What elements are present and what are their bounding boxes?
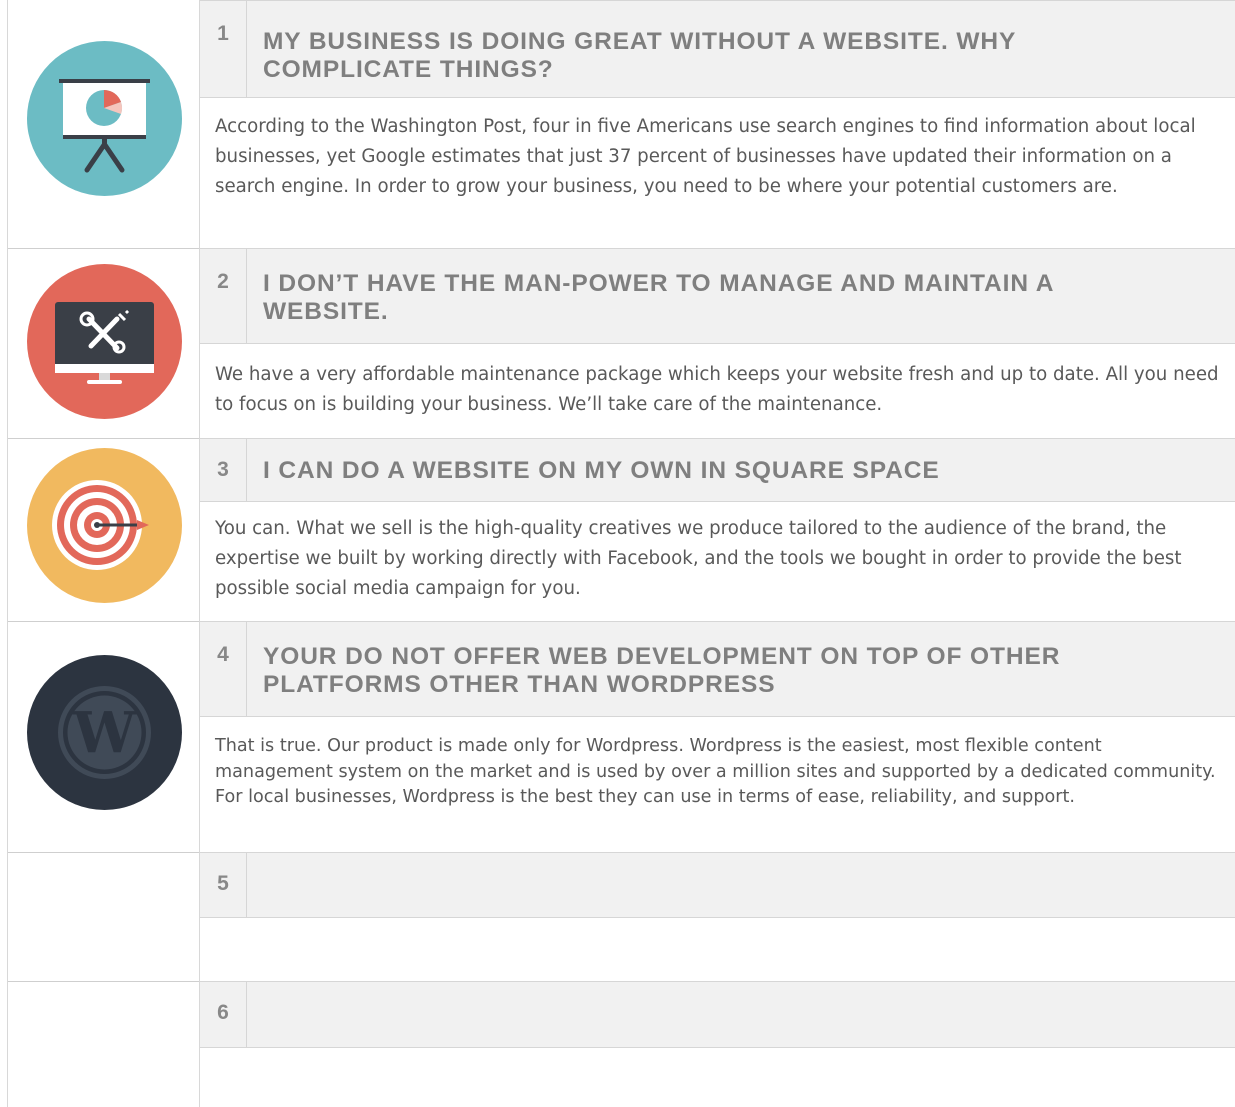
answer-text: That is true. Our product is made only f…: [215, 736, 1216, 807]
presentation-chart-icon: [27, 41, 182, 196]
faq-row-5: 5: [7, 852, 1235, 981]
question-bar[interactable]: 6: [200, 981, 1235, 1048]
question-text: I DON’T HAVE THE MAN-POWER TO MANAGE AND…: [263, 270, 1054, 325]
answer-text: According to the Washington Post, four i…: [215, 116, 1196, 197]
faq-content: 3 I CAN DO A WEBSITE ON MY OWN IN SQUARE…: [200, 438, 1235, 621]
question-bar[interactable]: 5: [200, 852, 1235, 918]
icon-cell: [7, 0, 200, 248]
question-number: 1: [200, 1, 247, 97]
question-bar[interactable]: 3 I CAN DO A WEBSITE ON MY OWN IN SQUARE…: [200, 438, 1235, 502]
question-text: YOUR DO NOT OFFER WEB DEVELOPMENT ON TOP…: [263, 643, 1061, 698]
target-arrow-icon: [27, 448, 182, 603]
question-text: I CAN DO A WEBSITE ON MY OWN IN SQUARE S…: [263, 457, 940, 484]
faq-content: 6: [200, 981, 1235, 1107]
answer-text: We have a very affordable maintenance pa…: [215, 364, 1219, 415]
monitor-tools-icon: [27, 264, 182, 419]
question-number: 6: [200, 982, 247, 1047]
question-number: 4: [200, 622, 247, 716]
answer-text: You can. What we sell is the high-qualit…: [215, 518, 1182, 599]
faq-content: 2 I DON’T HAVE THE MAN-POWER TO MANAGE A…: [200, 248, 1235, 438]
question-text: MY BUSINESS IS DOING GREAT WITHOUT A WEB…: [263, 28, 1016, 83]
faq-row-2: 2 I DON’T HAVE THE MAN-POWER TO MANAGE A…: [7, 248, 1235, 438]
question-bar[interactable]: 1 MY BUSINESS IS DOING GREAT WITHOUT A W…: [200, 0, 1235, 98]
question-bar[interactable]: 4 YOUR DO NOT OFFER WEB DEVELOPMENT ON T…: [200, 621, 1235, 717]
faq-row-4: W 4 YOUR DO NOT OFFER WEB DEVELOPMENT ON…: [7, 621, 1235, 852]
faq-row-6: 6: [7, 981, 1235, 1107]
icon-cell: [7, 852, 200, 981]
icon-cell: [7, 248, 200, 438]
svg-text:W: W: [72, 700, 137, 766]
faq-row-3: 3 I CAN DO A WEBSITE ON MY OWN IN SQUARE…: [7, 438, 1235, 621]
faq-row-1: 1 MY BUSINESS IS DOING GREAT WITHOUT A W…: [7, 0, 1235, 248]
faq-content: 1 MY BUSINESS IS DOING GREAT WITHOUT A W…: [200, 0, 1235, 248]
icon-cell: [7, 981, 200, 1107]
icon-cell: [7, 438, 200, 621]
question-number: 3: [200, 439, 247, 501]
wordpress-logo-icon: W: [27, 655, 182, 810]
icon-cell: W: [7, 621, 200, 852]
faq-content: 5: [200, 852, 1235, 981]
faq-content: 4 YOUR DO NOT OFFER WEB DEVELOPMENT ON T…: [200, 621, 1235, 852]
question-number: 5: [200, 853, 247, 917]
question-number: 2: [200, 249, 247, 343]
faq-table: 1 MY BUSINESS IS DOING GREAT WITHOUT A W…: [7, 0, 1235, 1107]
question-bar[interactable]: 2 I DON’T HAVE THE MAN-POWER TO MANAGE A…: [200, 248, 1235, 344]
